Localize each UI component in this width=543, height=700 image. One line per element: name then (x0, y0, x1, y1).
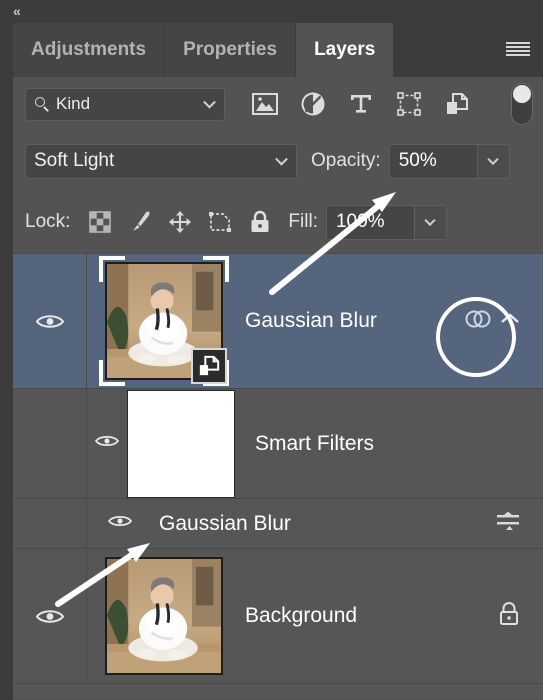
smart-filter-row-icons (495, 510, 543, 537)
lock-artboard-nesting-icon[interactable] (200, 204, 240, 240)
tab-adjustments[interactable]: Adjustments (13, 23, 166, 77)
layer-row-icons (463, 307, 543, 336)
eye-icon[interactable] (35, 312, 64, 330)
smart-filter-name[interactable]: Gaussian Blur (159, 512, 495, 536)
chevron-down-icon (203, 95, 216, 109)
chevron-down-icon (487, 153, 499, 166)
table-row[interactable]: Gaussian Blur (13, 254, 543, 389)
smart-filter-entry-row[interactable]: Gaussian Blur (13, 499, 543, 549)
lock-transparent-pixels-icon[interactable] (80, 204, 120, 240)
lock-icon[interactable] (497, 601, 521, 632)
hamburger-menu-icon (506, 42, 530, 58)
smart-filter-mask-thumbnail[interactable] (127, 389, 235, 498)
tab-properties[interactable]: Properties (165, 23, 297, 77)
filter-type-icons (241, 87, 509, 121)
adjustment-layer-filter-icon[interactable] (289, 87, 337, 121)
layers-panel-body: Kind Soft Light Opacity: 50% Lock: Fill:… (13, 77, 543, 700)
blend-mode-dropdown[interactable]: Soft Light (25, 143, 297, 179)
layer-visibility-gutter[interactable] (13, 549, 87, 683)
search-icon (34, 96, 50, 112)
panel-tab-strip: Adjustments Properties Layers (13, 23, 543, 77)
layer-filter-row: Kind (13, 77, 543, 131)
eye-icon[interactable] (94, 434, 120, 453)
photoshop-layers-panel: « Adjustments Properties Layers Kind Sof… (0, 0, 543, 700)
lock-options-row: Lock: Fill: 100% (13, 191, 543, 253)
filter-kind-label: Kind (56, 94, 91, 113)
row-indent (13, 499, 87, 548)
eye-icon[interactable] (35, 607, 64, 625)
pixel-layer-filter-icon[interactable] (241, 87, 289, 121)
layer-name[interactable]: Gaussian Blur (245, 309, 463, 333)
smart-object-badge-icon (191, 348, 227, 384)
tab-layers[interactable]: Layers (296, 23, 395, 77)
smart-filters-label: Smart Filters (255, 431, 375, 455)
blend-mode-value: Soft Light (34, 150, 115, 171)
panel-menu-button[interactable] (493, 23, 543, 77)
smart-filters-icon[interactable] (463, 307, 493, 336)
layer-row-icons (497, 601, 543, 632)
layer-thumbnail-wrap[interactable] (99, 256, 229, 386)
panel-collapse-bar: « (0, 0, 543, 23)
layer-list: Gaussian Blur Smart Filters Gaussian Blu… (13, 253, 543, 698)
blend-mode-row: Soft Light Opacity: 50% (13, 131, 543, 191)
chevron-up-icon[interactable] (499, 311, 521, 332)
layer-visibility-gutter[interactable] (13, 254, 87, 388)
chevron-down-icon (275, 152, 288, 166)
row-indent (13, 389, 87, 498)
table-row[interactable]: Background (13, 549, 543, 684)
opacity-input[interactable]: 50% (388, 143, 477, 179)
opacity-label: Opacity: (311, 150, 381, 171)
tab-strip-spacer (394, 23, 493, 77)
lock-position-icon[interactable] (160, 204, 200, 240)
smart-filters-visibility[interactable] (87, 434, 127, 453)
fill-label: Fill: (288, 211, 318, 232)
lock-all-icon[interactable] (240, 204, 280, 240)
shape-layer-filter-icon[interactable] (385, 87, 433, 121)
type-layer-filter-icon[interactable] (337, 87, 385, 121)
filter-blending-options-icon[interactable] (495, 510, 521, 537)
filter-enable-toggle[interactable] (511, 83, 533, 125)
chevron-down-icon (424, 214, 437, 227)
lock-label: Lock: (25, 211, 71, 232)
eye-icon[interactable] (107, 514, 133, 533)
layer-thumbnail-wrap[interactable] (105, 557, 223, 675)
opacity-stepper[interactable] (476, 143, 510, 179)
lock-image-pixels-icon[interactable] (120, 204, 160, 240)
filter-kind-dropdown[interactable]: Kind (25, 87, 225, 121)
collapse-panel-icon[interactable]: « (13, 3, 21, 19)
smart-filter-eye[interactable] (87, 514, 153, 533)
smart-object-filter-icon[interactable] (433, 87, 481, 121)
ballerina-photo-thumbnail (105, 557, 223, 675)
layer-name[interactable]: Background (245, 604, 497, 628)
smart-filters-row[interactable]: Smart Filters (13, 389, 543, 499)
fill-input[interactable]: 100% (325, 204, 414, 240)
toggle-knob (513, 85, 531, 103)
fill-stepper[interactable] (413, 204, 447, 240)
